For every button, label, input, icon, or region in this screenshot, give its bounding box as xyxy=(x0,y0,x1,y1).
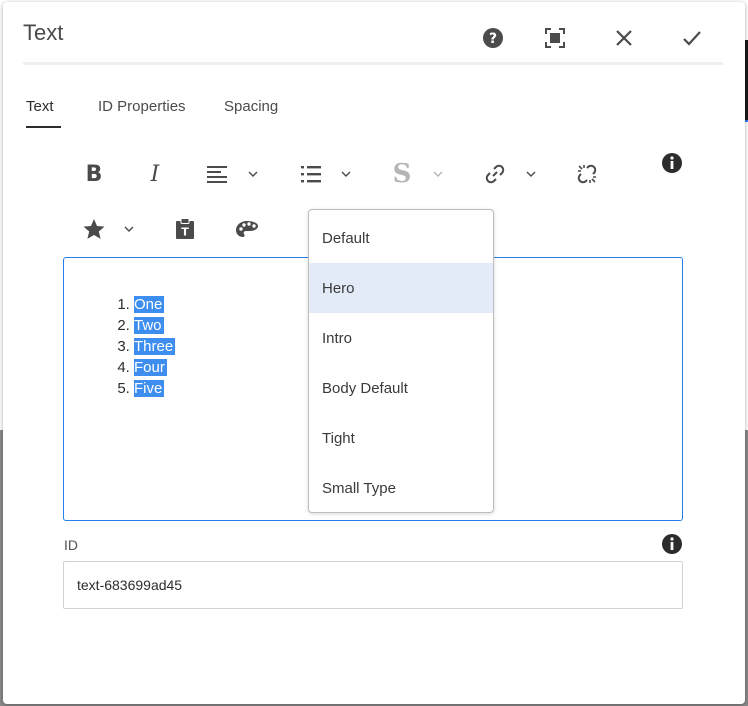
info-icon xyxy=(662,534,682,554)
strikethrough-button[interactable]: S xyxy=(387,154,417,194)
link-button[interactable] xyxy=(480,154,510,194)
strikethrough-dropdown-chevron-icon[interactable] xyxy=(432,169,444,179)
list-icon xyxy=(301,166,321,183)
tab-spacing[interactable]: Spacing xyxy=(224,98,278,128)
style-option-default[interactable]: Default xyxy=(309,213,493,263)
fullscreen-button[interactable] xyxy=(539,22,571,54)
tab-id-properties-label: ID Properties xyxy=(98,98,186,115)
list-item-text: Four xyxy=(134,359,167,376)
style-option-intro[interactable]: Intro xyxy=(309,313,493,363)
align-icon xyxy=(207,166,227,183)
paste-icon: T xyxy=(176,218,194,239)
star-icon xyxy=(83,219,105,239)
text-dialog: Text ? Text ID Properties Spacing B I S … xyxy=(3,2,745,704)
id-info-button[interactable] xyxy=(661,533,683,555)
active-tab-underline xyxy=(26,126,61,128)
list-item-text: Five xyxy=(134,380,165,397)
styles-dropdown-chevron-icon[interactable] xyxy=(123,224,135,234)
paragraph-format-button[interactable] xyxy=(232,209,262,249)
link-dropdown-chevron-icon[interactable] xyxy=(525,169,537,179)
toolbar-info-button[interactable] xyxy=(661,152,683,174)
list-item: Five xyxy=(134,378,175,399)
tab-id-properties[interactable]: ID Properties xyxy=(98,98,186,128)
align-dropdown-chevron-icon[interactable] xyxy=(247,169,259,179)
id-field-label: ID xyxy=(64,537,78,553)
list-item: One xyxy=(134,294,175,315)
paste-button[interactable]: T xyxy=(170,209,200,249)
list-button[interactable] xyxy=(296,154,326,194)
italic-button[interactable]: I xyxy=(140,154,170,194)
bold-button[interactable]: B xyxy=(79,154,109,194)
dialog-title: Text xyxy=(23,20,64,45)
style-option-tight[interactable]: Tight xyxy=(309,413,493,463)
header-divider xyxy=(23,62,723,65)
style-dropdown-menu: Default Hero Intro Body Default Tight Sm… xyxy=(308,209,494,513)
tab-text[interactable]: Text xyxy=(26,98,61,128)
list-item-text: Three xyxy=(134,338,176,355)
list-dropdown-chevron-icon[interactable] xyxy=(340,169,352,179)
check-icon xyxy=(683,31,701,46)
list-item: Four xyxy=(134,357,175,378)
style-option-small-type[interactable]: Small Type xyxy=(309,463,493,513)
close-icon xyxy=(616,30,632,46)
unlink-icon xyxy=(577,164,597,184)
close-button[interactable] xyxy=(608,22,640,54)
fullscreen-icon xyxy=(545,28,565,48)
list-item: Three xyxy=(134,336,176,357)
strikethrough-icon: S xyxy=(392,159,412,189)
svg-text:?: ? xyxy=(489,31,497,47)
style-option-hero[interactable]: Hero xyxy=(309,263,493,313)
list-item-text: One xyxy=(134,296,165,313)
id-input[interactable] xyxy=(63,561,683,609)
numbered-list: One Two Three Four Five xyxy=(116,294,176,399)
bold-icon: B xyxy=(85,161,103,187)
tab-spacing-label: Spacing xyxy=(224,98,279,115)
style-option-body-default[interactable]: Body Default xyxy=(309,363,493,413)
done-button[interactable] xyxy=(676,22,708,54)
help-button[interactable]: ? xyxy=(477,22,509,54)
unlink-button[interactable] xyxy=(572,154,602,194)
list-item-text: Two xyxy=(134,317,164,334)
palette-icon xyxy=(236,221,258,237)
info-icon xyxy=(662,153,682,173)
italic-icon: I xyxy=(150,161,160,187)
align-button[interactable] xyxy=(202,154,232,194)
help-icon: ? xyxy=(483,28,503,48)
list-item: Two xyxy=(134,315,175,336)
link-icon xyxy=(485,164,505,184)
svg-text:T: T xyxy=(181,226,189,239)
styles-button[interactable] xyxy=(79,209,109,249)
tab-text-label: Text xyxy=(26,98,54,115)
